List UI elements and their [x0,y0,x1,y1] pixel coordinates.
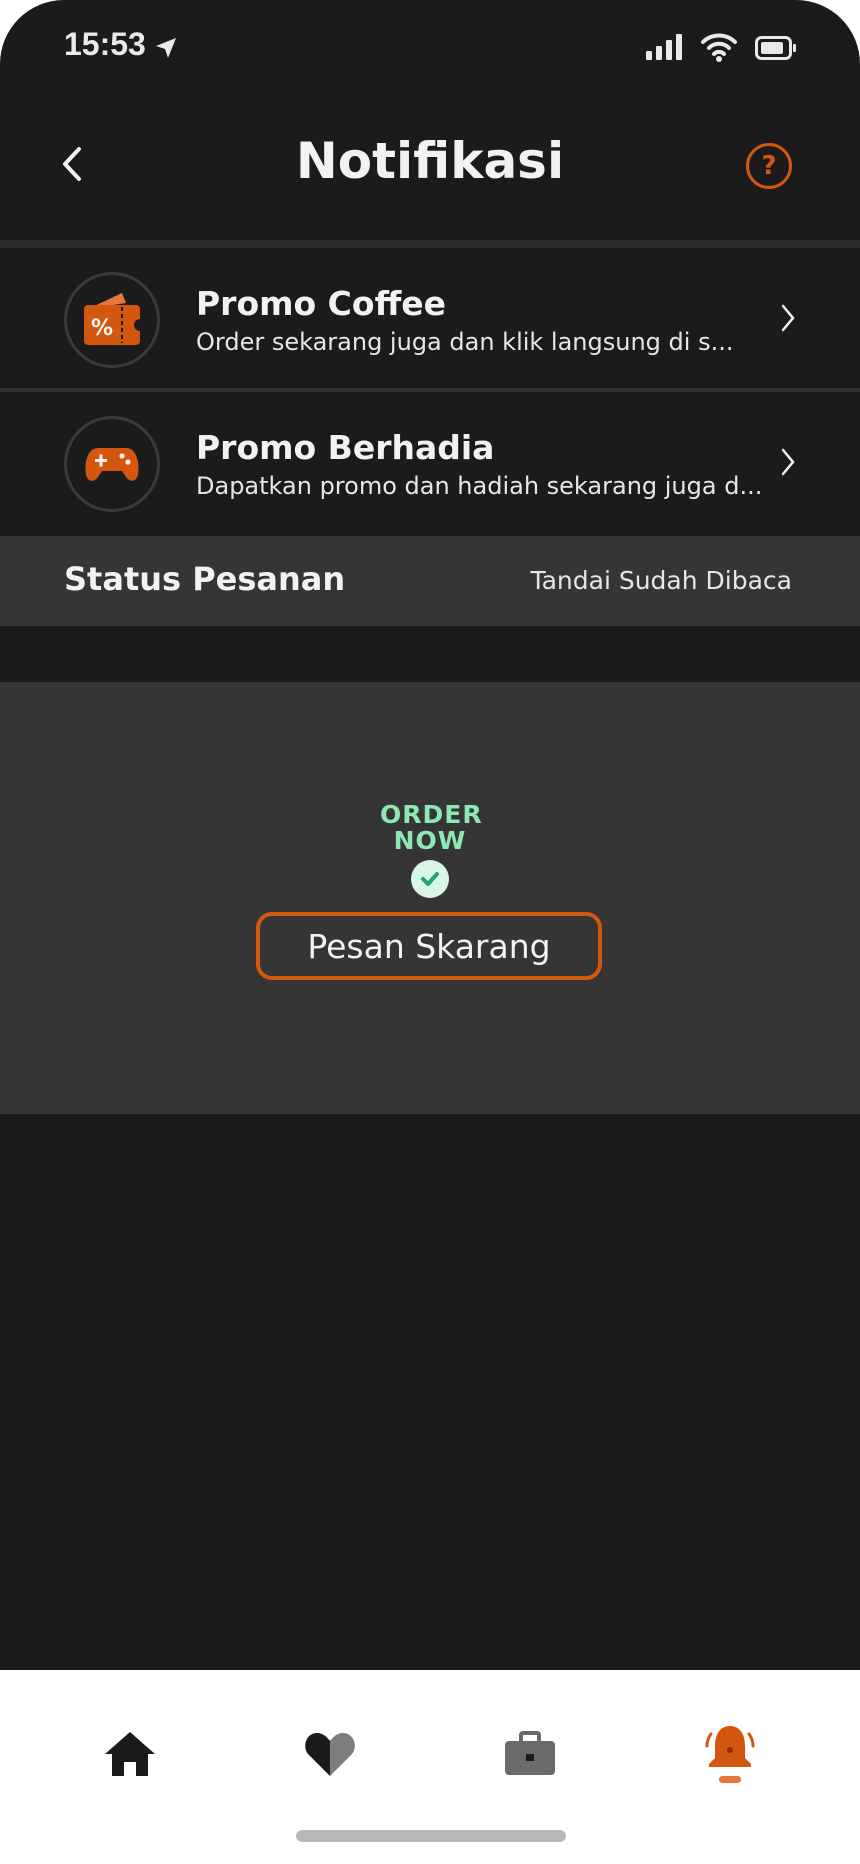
wifi-icon [701,33,737,62]
nav-notifications[interactable] [690,1714,770,1794]
order-logo-line2: NOW [393,826,467,855]
page-title: Notifikasi [295,132,565,190]
question-mark-icon: ? [761,151,777,181]
row-divider [0,388,860,392]
order-logo-line1: ORDER [380,800,483,829]
nav-home[interactable] [90,1714,170,1794]
cellular-signal-icon [646,34,682,60]
svg-text:%: % [91,316,113,341]
order-now-button[interactable]: Pesan Skarang [256,912,602,980]
home-indicator [296,1830,566,1842]
status-time: 15:53 [64,26,146,62]
heart-icon [305,1733,355,1776]
notification-subtitle: Dapatkan promo dan hadiah sekarang juga … [196,472,763,500]
phone-screen: 15:53 Notifikasi ? % Promo Coffee Order … [0,0,860,1864]
nav-favorites[interactable] [290,1714,370,1794]
check-circle-icon [411,860,449,898]
bottom-navigation [0,1670,860,1864]
notification-item-promo-coffee[interactable]: % Promo Coffee Order sekarang juga dan k… [0,250,860,390]
notification-item-promo-berhadia[interactable]: Promo Berhadia Dapatkan promo dan hadiah… [0,394,860,534]
gamepad-icon [85,448,139,481]
nav-orders[interactable] [490,1714,570,1794]
notification-title: Promo Berhadia [196,428,495,467]
notification-icon-circle [64,416,160,512]
briefcase-icon [505,1731,555,1775]
order-status-section-header: Status Pesanan Tandai Sudah Dibaca [0,536,860,626]
ticket-discount-icon: % [84,293,142,345]
location-arrow-icon [156,38,176,58]
notification-icon-circle: % [64,272,160,368]
battery-icon [755,36,796,60]
notification-title: Promo Coffee [196,284,447,323]
notification-subtitle: Order sekarang juga dan klik langsung di… [196,328,734,356]
order-now-logo: ORDER NOW [380,800,483,898]
help-button[interactable]: ? [746,143,792,189]
chevron-right-icon [781,304,795,332]
mark-as-read-button[interactable]: Tandai Sudah Dibaca [530,566,792,595]
order-now-card: ORDER NOW Pesan Skarang [0,682,860,1114]
home-icon [105,1732,155,1776]
bell-icon [705,1726,755,1783]
section-title: Status Pesanan [64,560,346,598]
header-divider [0,240,860,248]
chevron-right-icon [781,448,795,476]
